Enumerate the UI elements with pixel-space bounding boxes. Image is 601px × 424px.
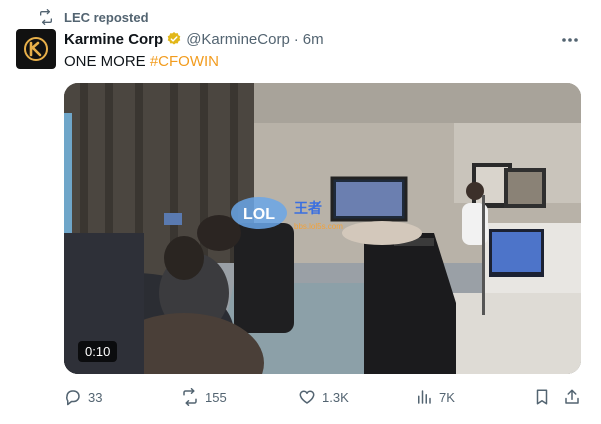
verified-badge-icon [167,32,181,45]
watermark-text: 王者 [294,201,322,217]
more-icon [562,38,578,42]
tweet-text: ONE MORE #CFOWIN [64,52,219,72]
like-count: 1.3K [322,389,349,405]
reply-button[interactable]: 33 [64,388,102,406]
repost-indicator[interactable]: LEC reposted [38,8,149,26]
header-separator: · [293,30,299,48]
more-options-button[interactable] [559,30,581,50]
timestamp[interactable]: 6m [303,31,324,48]
tweet-actions: 33 155 1.3K 7K [64,388,581,408]
bookmark-icon [536,389,548,405]
display-name[interactable]: Karmine Corp [64,31,163,48]
tweet-body: ONE MORE [64,53,150,70]
video-player[interactable]: LOL 王者 bbs.lol5s.com 0:10 [64,83,581,374]
avatar[interactable] [16,29,56,69]
share-icon [565,389,579,404]
repost-icon [40,9,52,25]
handle[interactable]: @KarmineCorp [186,31,290,48]
share-button[interactable] [563,388,581,406]
watermark-logo: LOL [243,206,275,223]
views-icon [418,390,431,404]
watermark-url: bbs.lol5s.com [294,222,343,231]
repost-label: LEC reposted [64,9,149,25]
karmine-logo-icon [24,37,48,61]
views-button[interactable]: 7K [415,388,455,406]
reply-icon [66,390,80,406]
like-button[interactable]: 1.3K [298,388,349,406]
video-duration: 0:10 [78,341,118,362]
tweet-header: Karmine Corp @KarmineCorp · 6m [64,29,324,49]
reply-count: 33 [88,389,103,405]
hashtag-link[interactable]: #CFOWIN [150,53,219,70]
repost-button[interactable]: 155 [181,388,227,406]
repost-action-icon [183,388,197,406]
repost-count: 155 [205,389,227,405]
bookmark-button[interactable] [533,388,551,406]
view-count: 7K [439,389,455,405]
heart-icon [299,390,315,404]
video-frame: LOL 王者 bbs.lol5s.com [64,83,581,374]
